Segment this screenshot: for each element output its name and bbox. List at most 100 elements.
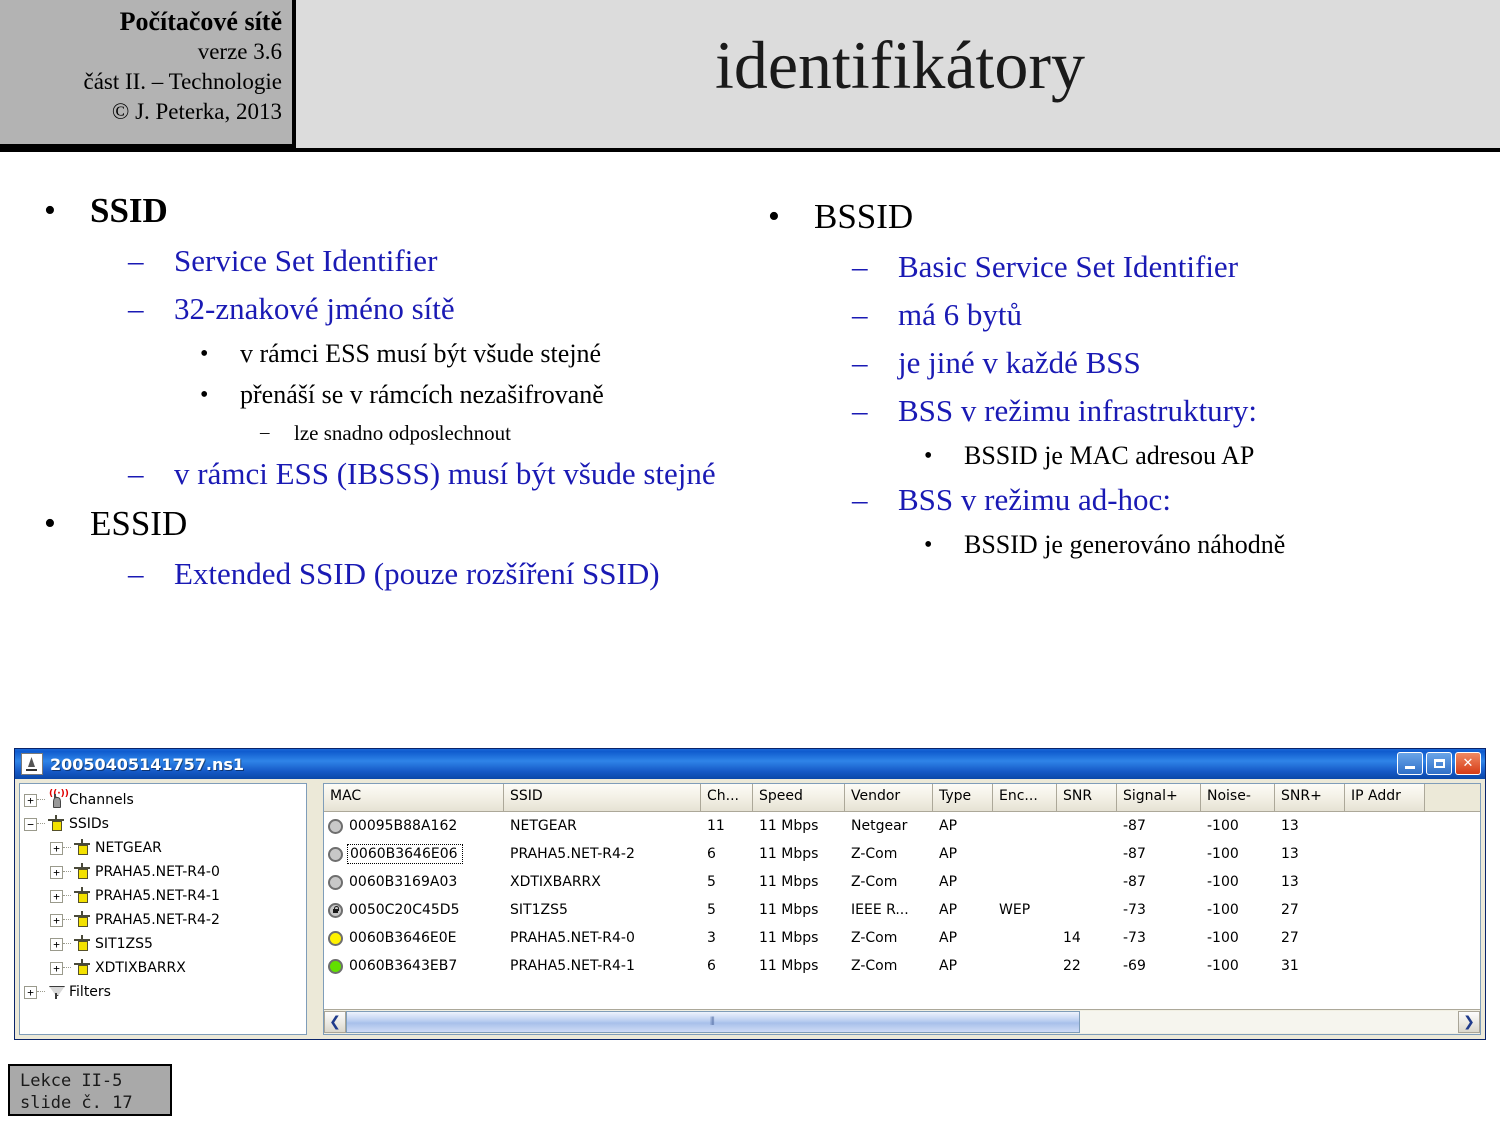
cell-mac: 0050C20C45D5 (324, 902, 504, 918)
expand-icon[interactable]: + (50, 841, 63, 855)
table-row[interactable]: 0060B3646E0E PRAHA5.NET-R4-0 3 11 Mbps Z-Com… (324, 924, 1480, 952)
slide-header: Počítačové sítě verze 3.6 část II. – Tec… (0, 0, 1500, 148)
pane-splitter[interactable] (311, 783, 321, 1035)
scroll-left-arrow[interactable]: ❮ (324, 1011, 346, 1033)
network-tree: + ((·)) Channels − SSIDs + NETGEAR + PRAHA5.NET-… (20, 784, 306, 1004)
bullet-item: • přenáší se v rámcích nezašifrovaně (44, 375, 764, 415)
antenna-stem-icon (81, 887, 83, 892)
column-header[interactable]: Speed (753, 784, 845, 811)
column-header[interactable]: Enc... (993, 784, 1057, 811)
cell-mac: 0060B3646E06 (324, 844, 504, 864)
bullet-text: 32-znakové jméno sítě (174, 291, 455, 326)
antenna-stem-icon (55, 815, 57, 820)
tree-node[interactable]: + PRAHA5.NET-R4-0 (50, 860, 304, 884)
tree-node[interactable]: + SIT1ZS5 (50, 932, 304, 956)
course-name: Počítačové sítě (119, 7, 282, 36)
bullet-marker: – (128, 243, 144, 278)
antenna-stem-icon (81, 935, 83, 940)
tree-node[interactable]: − SSIDs (24, 812, 304, 836)
scroll-right-arrow[interactable]: ❯ (1458, 1011, 1480, 1033)
cell-type: AP (939, 902, 958, 918)
table-row[interactable]: 0060B3646E06 PRAHA5.NET-R4-2 6 11 Mbps Z-Com… (324, 840, 1480, 868)
cell-signal: -87 (1123, 818, 1146, 834)
bullet-item: – Service Set Identifier (44, 238, 764, 284)
column-header[interactable]: Signal+ (1117, 784, 1201, 811)
table-row[interactable]: 0060B3643EB7 PRAHA5.NET-R4-1 6 11 Mbps Z-Com… (324, 952, 1480, 980)
signal-status-icon (328, 930, 343, 946)
tree-node[interactable]: + PRAHA5.NET-R4-2 (50, 908, 304, 932)
maximize-button[interactable] (1426, 752, 1452, 775)
lecture-number: Lekce II-5 (20, 1071, 123, 1091)
column-header[interactable]: SNR+ (1275, 784, 1345, 811)
bullet-item: • BSSID je generováno náhodně (768, 525, 1468, 565)
bullet-marker: • (200, 382, 209, 408)
bullet-item: – Basic Service Set Identifier (768, 244, 1468, 290)
column-header[interactable]: SSID (504, 784, 701, 811)
cell-vendor: Netgear (851, 818, 908, 834)
expand-icon[interactable]: + (50, 961, 63, 975)
minimize-button[interactable] (1397, 752, 1423, 775)
collapse-icon[interactable]: − (24, 817, 37, 831)
tree-node-label: PRAHA5.NET-R4-2 (95, 912, 220, 928)
window-title-bar[interactable]: 20050405141757.ns1 ✕ (15, 749, 1485, 779)
bullet-item: – Extended SSID (pouze rozšíření SSID) (44, 551, 764, 597)
tree-node[interactable]: + PRAHA5.NET-R4-1 (50, 884, 304, 908)
tree-node[interactable]: + ((·)) Channels (24, 788, 304, 812)
cell-ssid: PRAHA5.NET-R4-0 (510, 930, 635, 946)
column-header[interactable]: Vendor (845, 784, 933, 811)
tree-node[interactable]: + Filters (24, 980, 304, 1004)
tree-node-label: XDTIXBARRX (95, 960, 186, 976)
cell-type: AP (939, 846, 958, 862)
access-point-icon (47, 815, 65, 833)
tree-pane[interactable]: + ((·)) Channels − SSIDs + NETGEAR + PRAHA5.NET-… (19, 783, 307, 1035)
signal-status-icon (328, 846, 343, 862)
column-header[interactable]: IP Addr (1345, 784, 1425, 811)
column-header[interactable]: Noise- (1201, 784, 1275, 811)
signal-status-icon (328, 818, 343, 834)
tree-node[interactable]: + XDTIXBARRX (50, 956, 304, 980)
column-header[interactable]: Type (933, 784, 993, 811)
cell-vendor: IEEE R... (851, 902, 909, 918)
network-stumbler-window: 20050405141757.ns1 ✕ + ((·)) Channels − SSID… (14, 748, 1486, 1040)
cell-mac: 00095B88A162 (324, 818, 504, 834)
table-row[interactable]: 0060B3169A03 XDTIXBARRX 5 11 Mbps Z-Com AP -87… (324, 868, 1480, 896)
mac-address-text: 0060B3646E0E (349, 930, 457, 946)
expand-icon[interactable]: + (50, 889, 63, 903)
cell-noise: -100 (1207, 846, 1239, 862)
header-divider (0, 148, 1500, 152)
table-row[interactable]: 0050C20C45D5 SIT1ZS5 5 11 Mbps IEEE R... AP WE… (324, 896, 1480, 924)
expand-icon[interactable]: + (24, 793, 37, 807)
bullet-marker: – (852, 393, 868, 428)
column-header[interactable]: MAC (324, 784, 504, 811)
tree-connector (63, 895, 71, 897)
horizontal-scrollbar[interactable]: ❮ ⦀ ❯ (324, 1009, 1480, 1034)
expand-icon[interactable]: + (50, 937, 63, 951)
ap-list-pane[interactable]: MAC SSID Ch... Speed Vendor Type Enc... SNR Sign… (323, 783, 1481, 1035)
expand-icon[interactable]: + (50, 913, 63, 927)
cell-mac: 0060B3169A03 (324, 874, 504, 890)
bullet-marker: • (768, 198, 780, 235)
tree-connector (37, 799, 45, 801)
antenna-icon: ((·)) (47, 790, 69, 809)
cell-signal: -73 (1123, 930, 1146, 946)
scrollbar-track[interactable]: ⦀ (346, 1011, 1458, 1033)
column-header[interactable]: Ch... (701, 784, 753, 811)
bullet-item: • ESSID (44, 499, 764, 549)
scrollbar-thumb[interactable]: ⦀ (346, 1011, 1080, 1033)
expand-icon[interactable]: + (50, 865, 63, 879)
table-row[interactable]: 00095B88A162 NETGEAR 11 11 Mbps Netgear AP -87… (324, 812, 1480, 840)
antenna-stem-icon (81, 863, 83, 868)
cell-ssid: NETGEAR (510, 818, 577, 834)
cell-ch: 11 (707, 818, 725, 834)
cell-signal: -69 (1123, 958, 1146, 974)
page-title: identifikátory (714, 26, 1086, 103)
cell-ssid: SIT1ZS5 (510, 902, 568, 918)
left-bullet-column: • SSID – Service Set Identifier –32-znakové … (44, 186, 764, 599)
column-header[interactable]: SNR (1057, 784, 1117, 811)
bullet-text: SSID (90, 191, 168, 230)
close-button[interactable]: ✕ (1455, 752, 1481, 775)
lock-status-icon (328, 902, 343, 918)
bullet-text: v rámci ESS (IBSSS) musí být všude stejn… (174, 456, 716, 491)
tree-node[interactable]: + NETGEAR (50, 836, 304, 860)
expand-icon[interactable]: + (24, 985, 37, 999)
